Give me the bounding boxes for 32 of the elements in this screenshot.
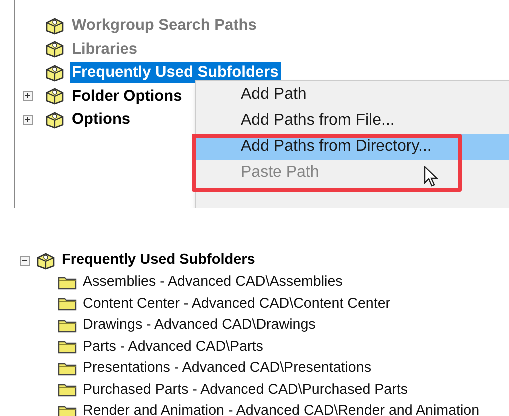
tree-item[interactable]: Parts - Advanced CAD\Parts xyxy=(83,336,264,358)
menu-item[interactable]: Add Paths from File... xyxy=(196,108,509,134)
package-icon xyxy=(45,64,65,82)
folder-icon xyxy=(58,318,77,333)
collapse-icon[interactable] xyxy=(20,256,30,266)
mouse-pointer-icon xyxy=(424,166,438,188)
tree-item[interactable]: Presentations - Advanced CAD\Presentations xyxy=(83,358,372,380)
folder-icon xyxy=(58,404,77,416)
tree-item[interactable]: Frequently Used Subfolders xyxy=(70,62,281,84)
tree-item[interactable]: Assemblies - Advanced CAD\Assemblies xyxy=(83,272,343,294)
package-icon xyxy=(45,87,65,106)
folder-icon xyxy=(58,340,77,354)
tree-item[interactable]: Content Center - Advanced CAD\Content Center xyxy=(83,294,391,315)
expand-icon[interactable] xyxy=(23,91,33,102)
folder-icon xyxy=(58,297,77,312)
folder-icon xyxy=(58,362,77,376)
menu-item[interactable]: Add Path xyxy=(196,82,509,108)
folder-icon xyxy=(58,276,77,290)
package-icon xyxy=(45,110,65,129)
package-icon xyxy=(45,16,65,35)
tree-item[interactable]: Options xyxy=(70,109,133,130)
tree-item[interactable]: Libraries xyxy=(70,38,140,60)
package-icon xyxy=(45,40,65,58)
expand-icon[interactable] xyxy=(23,114,33,125)
tree-item[interactable]: Frequently Used Subfolders xyxy=(62,250,256,272)
package-icon xyxy=(36,252,56,270)
folder-icon xyxy=(58,383,77,398)
tree-item[interactable]: Purchased Parts - Advanced CAD\Purchased Parts xyxy=(83,380,408,401)
tree-item[interactable]: Workgroup Search Paths xyxy=(70,15,259,36)
tree-item[interactable]: Render and Animation - Advanced CAD\Render and Animation xyxy=(83,401,480,416)
tree-item[interactable]: Drawings - Advanced CAD\Drawings xyxy=(83,315,316,336)
tree-item[interactable]: Folder Options xyxy=(70,86,184,107)
